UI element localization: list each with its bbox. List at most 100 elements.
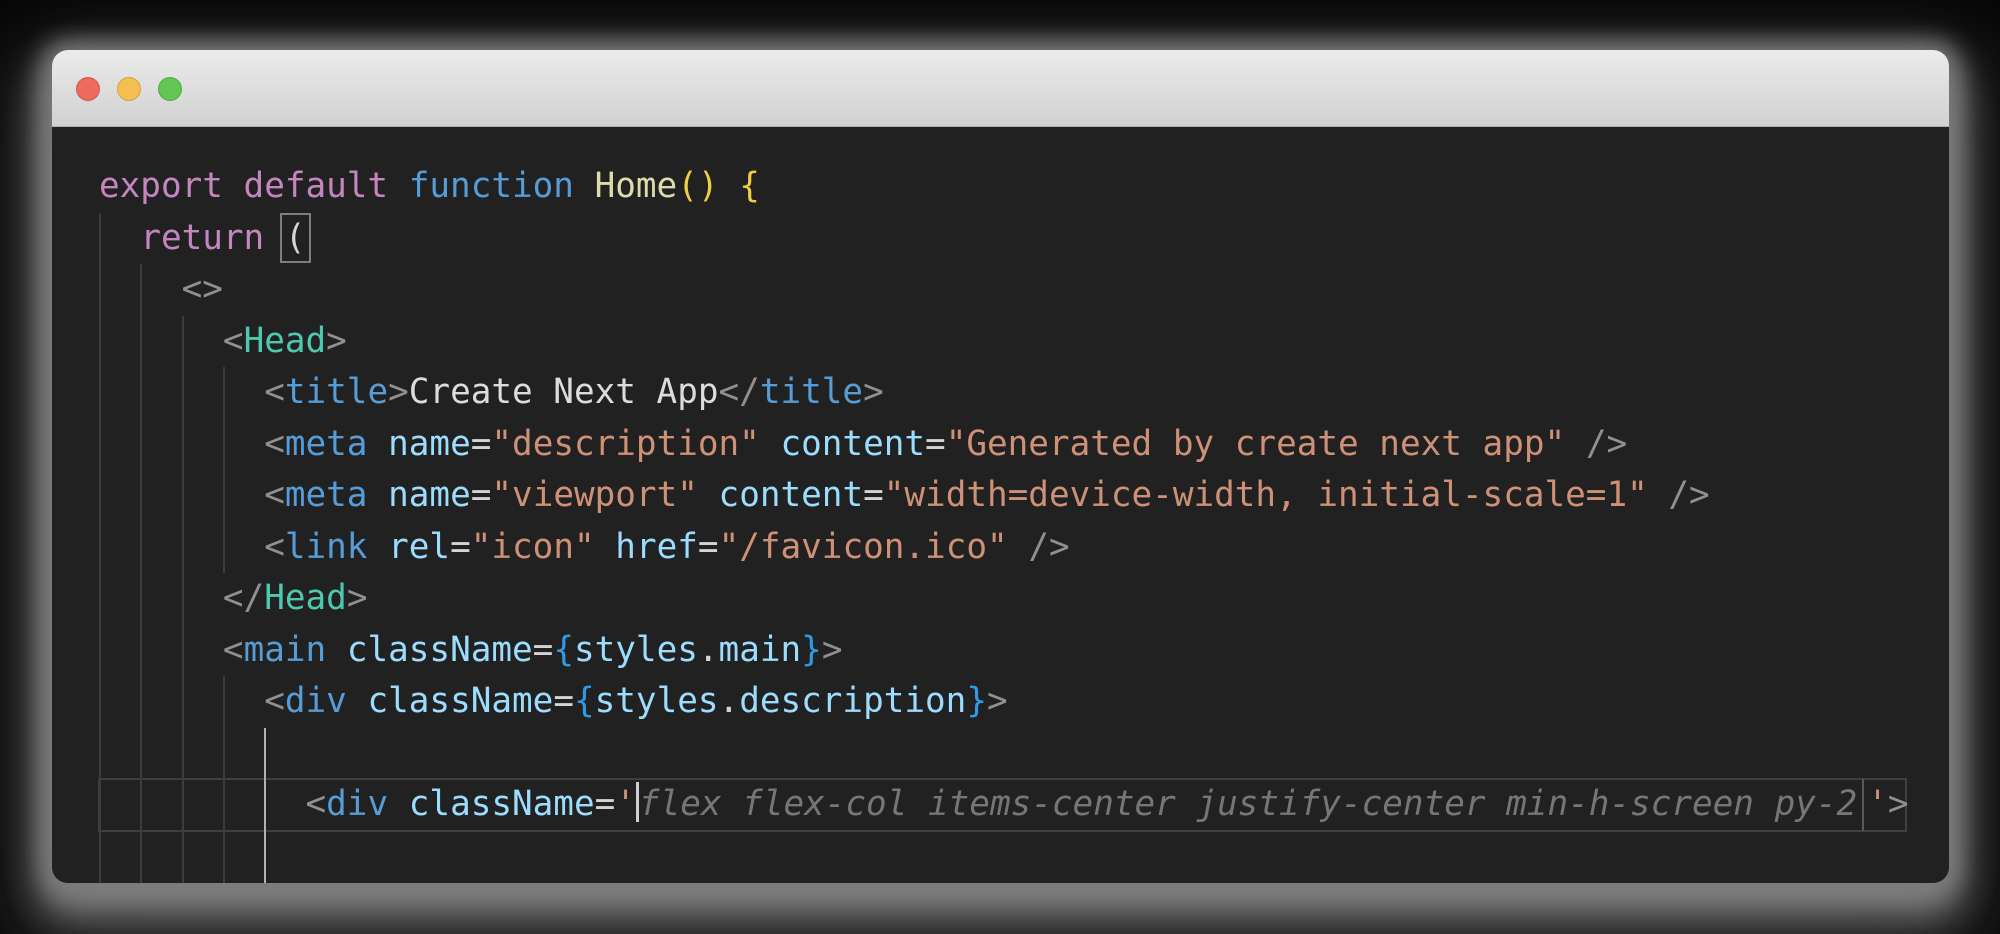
code-line: <> bbox=[99, 264, 1949, 316]
code-token bbox=[264, 218, 285, 258]
window-titlebar[interactable] bbox=[52, 50, 1949, 127]
token-keyword: return bbox=[140, 218, 264, 258]
token-tag: link bbox=[285, 527, 368, 567]
token-tag: main bbox=[244, 630, 327, 670]
code-token: = bbox=[553, 681, 574, 721]
code-token: > bbox=[326, 321, 347, 361]
token-attribute: name bbox=[388, 424, 471, 464]
token-string: "Generated by create next app" bbox=[946, 424, 1565, 464]
code-line: <div className='flex flex-col items-cent… bbox=[99, 779, 1949, 831]
code-token: } bbox=[966, 681, 987, 721]
token-attribute: href bbox=[615, 527, 698, 567]
code-token: < bbox=[223, 630, 244, 670]
token-tag: div bbox=[285, 681, 347, 721]
code-token bbox=[388, 784, 409, 824]
code-token: </ bbox=[223, 578, 264, 618]
traffic-lights bbox=[76, 77, 182, 101]
code-token: = bbox=[698, 527, 719, 567]
token-attribute: name bbox=[388, 475, 471, 515]
code-token: < bbox=[264, 372, 285, 412]
code-token: > bbox=[863, 372, 884, 412]
code-token: = bbox=[471, 424, 492, 464]
token-paren-bracket-match: ( bbox=[285, 218, 306, 258]
code-line: <title>Create Next App</title> bbox=[99, 367, 1949, 419]
indentation bbox=[99, 372, 264, 412]
indentation bbox=[99, 321, 223, 361]
indentation bbox=[99, 475, 264, 515]
token-jsx-text: Create Next App bbox=[409, 372, 719, 412]
token-attribute: className bbox=[347, 630, 533, 670]
code-line: <meta name="description" content="Genera… bbox=[99, 419, 1949, 471]
token-string: "width=device-width, initial-scale=1" bbox=[884, 475, 1648, 515]
token-keyword: export default bbox=[99, 166, 388, 206]
token-parens: () bbox=[677, 166, 718, 206]
code-token: </ bbox=[719, 372, 760, 412]
token-brace: { bbox=[739, 166, 760, 206]
code-token bbox=[1648, 475, 1669, 515]
traffic-light-close-button[interactable] bbox=[76, 77, 100, 101]
code-line: export default function Home() { bbox=[99, 161, 1949, 213]
code-token: < bbox=[223, 321, 244, 361]
code-token: = bbox=[533, 630, 554, 670]
code-token: < bbox=[264, 424, 285, 464]
token-tag: title bbox=[285, 372, 388, 412]
code-token bbox=[595, 527, 616, 567]
code-token: = bbox=[863, 475, 884, 515]
code-line: <div className={styles.description}> bbox=[99, 676, 1949, 728]
token-attribute: rel bbox=[388, 527, 450, 567]
inline-suggestion-ghost-text: flex flex-col items-center justify-cente… bbox=[639, 784, 1857, 824]
code-token bbox=[347, 681, 368, 721]
indentation bbox=[99, 527, 264, 567]
token-attribute: className bbox=[409, 784, 595, 824]
token-keyword-function: function bbox=[409, 166, 574, 206]
code-token: = bbox=[471, 475, 492, 515]
code-editor[interactable]: export default function Home() { return … bbox=[52, 127, 1949, 883]
code-token: < bbox=[306, 784, 327, 824]
code-line: <Head> bbox=[99, 316, 1949, 368]
code-token: { bbox=[553, 630, 574, 670]
code-token: } bbox=[801, 630, 822, 670]
code-token: < bbox=[264, 527, 285, 567]
token-variable: styles bbox=[574, 630, 698, 670]
code-line: <link rel="icon" href="/favicon.ico" /> bbox=[99, 522, 1949, 574]
indentation bbox=[99, 578, 223, 618]
token-property: main bbox=[719, 630, 802, 670]
code-token bbox=[760, 424, 781, 464]
token-string: "description" bbox=[491, 424, 759, 464]
suggestion-boundary-bar bbox=[1862, 779, 1864, 831]
code-token: /> bbox=[1586, 424, 1627, 464]
token-tag: title bbox=[760, 372, 863, 412]
token-attribute: content bbox=[780, 424, 925, 464]
editor-window: export default function Home() { return … bbox=[52, 50, 1949, 883]
token-attribute: className bbox=[367, 681, 553, 721]
code-token: = bbox=[450, 527, 471, 567]
traffic-light-zoom-button[interactable] bbox=[158, 77, 182, 101]
token-quote: ' bbox=[1867, 784, 1888, 824]
code-token bbox=[698, 475, 719, 515]
token-string: "/favicon.ico" bbox=[719, 527, 1008, 567]
code-line: <meta name="viewport" content="width=dev… bbox=[99, 470, 1949, 522]
code-token: < bbox=[264, 475, 285, 515]
token-tag: meta bbox=[285, 424, 368, 464]
code-token bbox=[367, 475, 388, 515]
code-token: < bbox=[264, 681, 285, 721]
code-token: = bbox=[595, 784, 616, 824]
code-token bbox=[1565, 424, 1586, 464]
token-function-name: Home bbox=[595, 166, 678, 206]
code-line bbox=[99, 728, 1949, 780]
code-token: > bbox=[822, 630, 843, 670]
code-token: > bbox=[347, 578, 368, 618]
token-component: Head bbox=[264, 578, 347, 618]
code-token: = bbox=[925, 424, 946, 464]
code-lines: export default function Home() { return … bbox=[52, 161, 1949, 831]
token-component: Head bbox=[244, 321, 327, 361]
code-line: <main className={styles.main}> bbox=[99, 625, 1949, 677]
token-quote: ' bbox=[615, 784, 636, 824]
code-token bbox=[326, 630, 347, 670]
traffic-light-minimize-button[interactable] bbox=[117, 77, 141, 101]
page-background: export default function Home() { return … bbox=[0, 0, 2000, 934]
code-token bbox=[367, 424, 388, 464]
code-line: return ( bbox=[99, 213, 1949, 265]
token-fragment: <> bbox=[182, 269, 223, 309]
code-token: /> bbox=[1668, 475, 1709, 515]
